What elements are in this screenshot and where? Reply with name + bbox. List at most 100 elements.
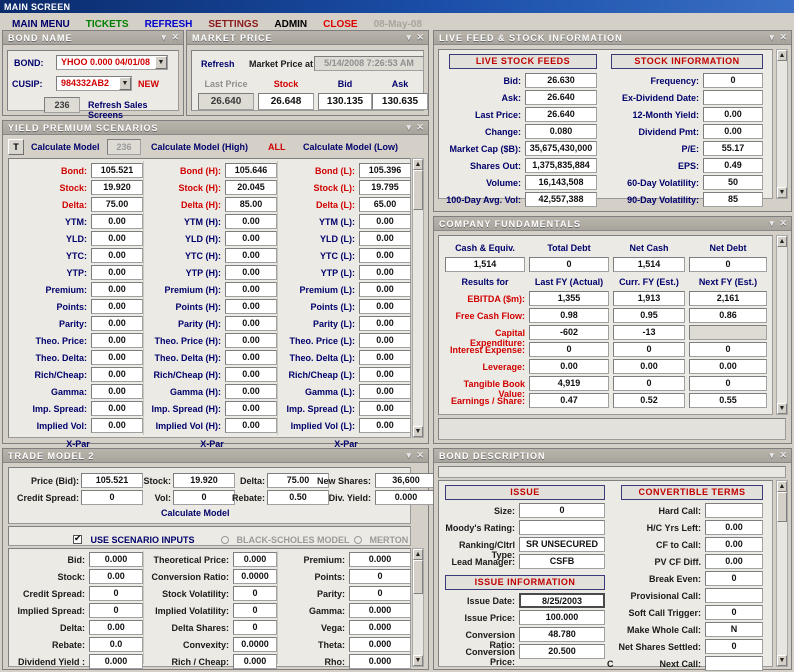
scrollbar-thumb[interactable]	[413, 560, 423, 594]
checkbox-checked-icon[interactable]	[73, 533, 82, 544]
yp-value-c0-r15[interactable]: 0.00	[91, 418, 143, 433]
yp-value-c0-r7[interactable]: 0.00	[91, 282, 143, 297]
yp-value-c1-r6[interactable]: 0.00	[225, 265, 277, 280]
yp-value-c2-r6[interactable]: 0.00	[359, 265, 411, 280]
market-price-col-value-3[interactable]: 130.635	[372, 93, 428, 110]
calculate-model-button[interactable]: Calculate Model	[161, 508, 230, 518]
tm-res-value-c2-r6[interactable]: 0.000	[349, 654, 411, 669]
tm-input-r2-3[interactable]: 0.000	[375, 490, 437, 505]
yp-value-c0-r6[interactable]: 0.00	[91, 265, 143, 280]
scroll-down-icon[interactable]: ▼	[777, 403, 787, 414]
calculate-model-button[interactable]: Calculate Model	[31, 142, 100, 152]
yp-value-c0-r1[interactable]: 19.920	[91, 180, 143, 195]
yp-value-c2-r2[interactable]: 65.00	[359, 197, 411, 212]
cf-row-value-1-0[interactable]: 0.98	[529, 308, 609, 323]
close-icon[interactable]: ✕	[416, 450, 425, 461]
scroll-up-icon[interactable]: ▲	[777, 236, 787, 247]
bond-dropdown-chevron-down-icon[interactable]: ▼	[155, 56, 167, 69]
minimize-icon[interactable]: ▾	[406, 450, 412, 461]
yp-value-c0-r10[interactable]: 0.00	[91, 333, 143, 348]
close-icon[interactable]: ✕	[779, 450, 788, 461]
menu-item-close[interactable]: CLOSE	[323, 19, 357, 30]
bd-conv-value-0[interactable]	[705, 503, 763, 518]
bd-conv-value-9[interactable]	[705, 656, 763, 671]
cf-row-value-5-1[interactable]: 0	[613, 376, 685, 391]
yp-value-c0-r13[interactable]: 0.00	[91, 384, 143, 399]
market-price-col-value-0[interactable]: 26.640	[198, 93, 254, 110]
yp-value-c1-r7[interactable]: 0.00	[225, 282, 277, 297]
tm-res-value-c1-r6[interactable]: 0.000	[233, 654, 277, 669]
menu-item-admin[interactable]: ADMIN	[274, 19, 307, 30]
cf-row-value-4-1[interactable]: 0.00	[613, 359, 685, 374]
yp-value-c1-r9[interactable]: 0.00	[225, 316, 277, 331]
radio-icon[interactable]	[354, 536, 362, 544]
cf-row-value-3-2[interactable]: 0	[689, 342, 767, 357]
close-icon[interactable]: ✕	[171, 32, 180, 43]
tm-res-value-c2-r5[interactable]: 0.000	[349, 637, 411, 652]
bd-issueinfo-value-3[interactable]: 20.500	[519, 644, 605, 659]
yp-value-c0-r2[interactable]: 75.00	[91, 197, 143, 212]
refresh-button[interactable]: Refresh	[201, 59, 235, 69]
minimize-icon[interactable]: ▾	[406, 32, 412, 43]
menu-item-settings[interactable]: SETTINGS	[208, 19, 258, 30]
market-price-col-value-2[interactable]: 130.135	[318, 93, 372, 110]
calculate-model-high-button[interactable]: Calculate Model (High)	[151, 142, 248, 152]
yp-value-c2-r15[interactable]: 0.00	[359, 418, 411, 433]
lf-left-value-7[interactable]: 42,557,388	[525, 192, 597, 207]
bd-issue-value-3[interactable]: CSFB	[519, 554, 605, 569]
yp-value-c0-r14[interactable]: 0.00	[91, 401, 143, 416]
yp-value-c0-r3[interactable]: 0.00	[91, 214, 143, 229]
yield-premium-scrollbar[interactable]: ▲ ▼	[412, 158, 424, 438]
yp-value-c2-r1[interactable]: 19.795	[359, 180, 411, 195]
yp-value-c2-r4[interactable]: 0.00	[359, 231, 411, 246]
minimize-icon[interactable]: ▾	[161, 32, 167, 43]
scrollbar-thumb[interactable]	[777, 492, 787, 522]
lf-right-value-3[interactable]: 0.00	[703, 124, 763, 139]
minimize-icon[interactable]: ▾	[769, 218, 775, 229]
cf-row-value-0-2[interactable]: 2,161	[689, 291, 767, 306]
bd-issueinfo-value-2[interactable]: 48.780	[519, 627, 605, 642]
yp-value-c1-r1[interactable]: 20.045	[225, 180, 277, 195]
bd-issue-value-1[interactable]	[519, 520, 605, 535]
cf-row-value-0-0[interactable]: 1,355	[529, 291, 609, 306]
cf-row-value-6-0[interactable]: 0.47	[529, 393, 609, 408]
cf-row-value-5-0[interactable]: 4,919	[529, 376, 609, 391]
yp-value-c0-r11[interactable]: 0.00	[91, 350, 143, 365]
bd-conv-value-8[interactable]: 0	[705, 639, 763, 654]
bd-issue-value-2[interactable]: SR UNSECURED	[519, 537, 605, 552]
bd-conv-value-6[interactable]: 0	[705, 605, 763, 620]
cf-row-value-4-0[interactable]: 0.00	[529, 359, 609, 374]
bond-description-scrollbar[interactable]: ▲ ▼	[776, 480, 788, 667]
yp-value-c2-r7[interactable]: 0.00	[359, 282, 411, 297]
scroll-up-icon[interactable]: ▲	[777, 50, 787, 61]
t-button[interactable]: T	[8, 139, 24, 155]
close-icon[interactable]: ✕	[779, 32, 788, 43]
bond-value-input[interactable]: YHOO 0.000 04/01/08	[56, 55, 168, 70]
yp-value-c1-r15[interactable]: 0.00	[225, 418, 277, 433]
yp-value-c0-r0[interactable]: 105.521	[91, 163, 143, 178]
scroll-up-icon[interactable]: ▲	[413, 159, 423, 170]
cf-row-value-1-2[interactable]: 0.86	[689, 308, 767, 323]
yp-value-c1-r2[interactable]: 85.00	[225, 197, 277, 212]
yp-value-c2-r10[interactable]: 0.00	[359, 333, 411, 348]
minimize-icon[interactable]: ▾	[769, 32, 775, 43]
scroll-down-icon[interactable]: ▼	[413, 655, 423, 666]
cf-row-value-2-2[interactable]	[689, 325, 767, 340]
tm-res-value-c0-r2[interactable]: 0	[89, 586, 143, 601]
bd-conv-value-3[interactable]: 0.00	[705, 554, 763, 569]
bd-conv-value-2[interactable]: 0.00	[705, 537, 763, 552]
tm-res-value-c2-r1[interactable]: 0	[349, 569, 411, 584]
yp-value-c2-r3[interactable]: 0.00	[359, 214, 411, 229]
tm-res-value-c0-r5[interactable]: 0.0	[89, 637, 143, 652]
tm-res-value-c0-r6[interactable]: 0.000	[89, 654, 143, 669]
bd-issueinfo-value-1[interactable]: 100.000	[519, 610, 605, 625]
tm-res-value-c0-r0[interactable]: 0.000	[89, 552, 143, 567]
lf-right-value-7[interactable]: 85	[703, 192, 763, 207]
bd-conv-value-7[interactable]: N	[705, 622, 763, 637]
cf-row-value-4-2[interactable]: 0.00	[689, 359, 767, 374]
tm-res-value-c2-r2[interactable]: 0	[349, 586, 411, 601]
menu-item-refresh[interactable]: REFRESH	[145, 19, 193, 30]
yp-value-c0-r8[interactable]: 0.00	[91, 299, 143, 314]
bd-conv-value-1[interactable]: 0.00	[705, 520, 763, 535]
cf-row-value-2-0[interactable]: -602	[529, 325, 609, 340]
